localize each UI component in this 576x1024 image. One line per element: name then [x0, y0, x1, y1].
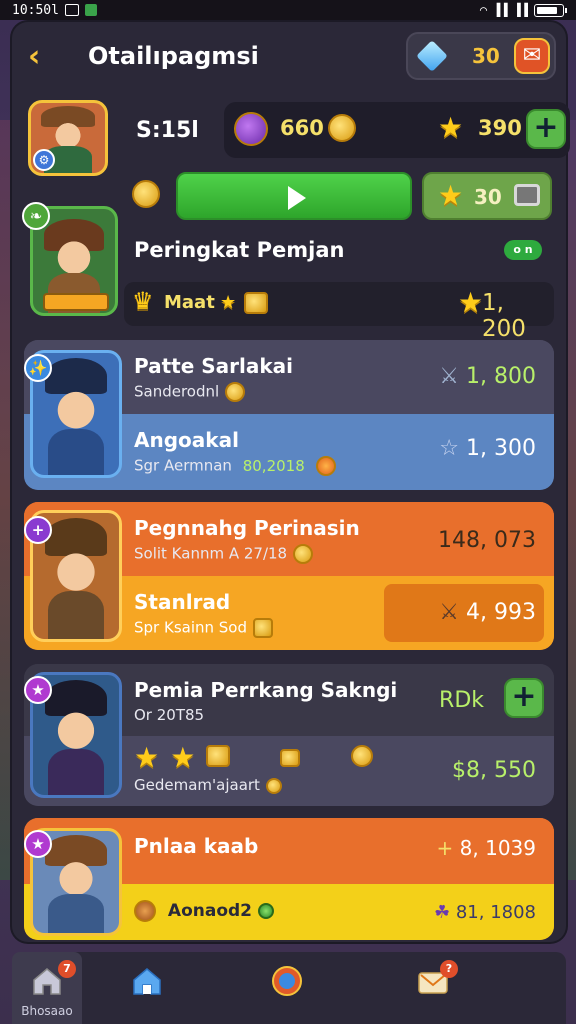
coin-icon [293, 544, 314, 564]
leaf-badge-icon: ❧ [22, 202, 50, 230]
star-value: 390 [478, 116, 522, 140]
row-2-badge-icon: + [24, 516, 52, 544]
row-2-bot-value: ⚔ 4, 993 [439, 600, 536, 625]
row-3-reward-icons: ★ ★ [134, 744, 373, 772]
purple-coin-icon [234, 112, 268, 146]
header: ‹ Otailıpagmsi 30 ✉ [12, 28, 566, 88]
ranking-row-2[interactable]: + Pegnnahg Perinasin Solit Kannm A 27/18… [24, 502, 554, 650]
star-outline-icon: ☆ [439, 436, 460, 461]
row-4-top-value: + 8, 1039 [436, 836, 536, 860]
gallery-icon [64, 4, 79, 16]
swords-icon: ⚔ [439, 600, 460, 625]
ranking-card[interactable]: ❧ Peringkat Pemjan o n ♛ Maat ★ ★ 1, 200 [22, 202, 554, 342]
home-icon [133, 968, 161, 995]
status-bar: 10:50l ◠ ▐▐ ▐▐ [0, 0, 576, 20]
nav-item-globe[interactable] [252, 952, 322, 1024]
nav-item-home-active[interactable]: 7 Bhosaao [12, 952, 82, 1024]
puzzle-icon: ☘ [433, 902, 451, 923]
ranking-sub-row: ♛ Maat ★ ★ 1, 200 [124, 282, 554, 342]
row-4-bot-value: ☘ 81, 1808 [433, 902, 536, 923]
row-2-bot-sub: Spr Ksainn Sod [134, 618, 273, 638]
online-pill: o n [504, 240, 542, 260]
gold-bar-icon [253, 618, 273, 638]
player-avatar[interactable]: ⚙ [28, 100, 108, 176]
gem-counter[interactable]: 30 ✉ [406, 32, 556, 80]
star-icon: ★ [134, 741, 160, 774]
star-icon: ★ [458, 286, 484, 319]
star-icon: ★ [170, 741, 196, 774]
row-1-badge-icon: ✨ [24, 354, 52, 382]
gold-bar-icon [279, 749, 300, 767]
green-coin-icon [257, 903, 274, 919]
row-1-bot-value: ☆ 1, 300 [439, 436, 536, 461]
mail-button[interactable]: ✉ [514, 38, 550, 74]
coin-value: 660 [280, 116, 324, 140]
row-3-add-button[interactable]: + [504, 678, 544, 718]
row-4-top-title: Pnlaa kaab [134, 834, 259, 858]
signal-icon: ▐▐ [493, 3, 508, 17]
main-panel: ‹ Otailıpagmsi 30 ✉ ⚙ S:15l 660 ★ 390 + [12, 22, 570, 942]
row-4-bot-label: Aonaod2 [134, 900, 274, 922]
row-1-top-title: Patte Sarlakai [134, 354, 294, 378]
row-3-top-sub: Or 20T85 [134, 706, 205, 724]
ranking-row-1[interactable]: ✨ Patte Sarlakai Sanderodnl ⚔ 1, 800 Ang… [24, 340, 554, 490]
page-title: Otailıpagmsi [88, 42, 259, 70]
signal-icon-2: ▐▐ [513, 3, 528, 17]
back-button[interactable]: ‹ [28, 42, 58, 72]
star-icon: ★ [438, 111, 464, 144]
coin-icon [225, 382, 246, 402]
nav-item-mail[interactable]: ? [398, 952, 468, 1024]
row-4-badge-icon: ★ [24, 830, 52, 858]
row-1-bot-sub: Sgr Aermnan 80,2018 [134, 456, 336, 476]
ranking-row-4[interactable]: ★ Pnlaa kaab + 8, 1039 Aonaod2 ☘ 81, 180… [24, 818, 554, 940]
globe-icon [272, 966, 302, 996]
row-2-top-value: 148, 073 [438, 528, 536, 553]
ranking-row-3[interactable]: ★ Pemia Perrkang Sakngi Or 20T85 RDk + ★… [24, 664, 554, 806]
gold-bar-icon [244, 292, 268, 314]
coin-bag-icon [328, 114, 356, 142]
battery-icon [534, 3, 567, 17]
coin-icon [315, 456, 336, 476]
coin-icon [134, 900, 156, 922]
add-stars-button[interactable]: + [526, 109, 566, 149]
nav-item-home[interactable] [112, 952, 182, 1024]
gold-stack-icon [206, 745, 231, 767]
notification-badge: 7 [58, 960, 76, 978]
notification-badge: ? [440, 960, 458, 978]
gem-count: 30 [472, 44, 500, 68]
profile-row: ⚙ S:15l 660 ★ 390 + [28, 100, 570, 176]
level-badge-icon: ⚙ [33, 149, 55, 171]
bottom-navigation: 7 Bhosaao ? [12, 952, 566, 1024]
crown-icon: ♛ [132, 287, 154, 315]
plus-icon: + [436, 836, 454, 860]
row-3-bot-sub: Gedemam'ajaart [134, 776, 282, 794]
nav-label-home: Bhosaao [21, 1004, 73, 1018]
status-time: 10:50l [12, 2, 59, 18]
ranking-value: 1, 200 [482, 290, 526, 342]
row-1-top-value: ⚔ 1, 800 [439, 364, 536, 389]
gem-icon [416, 40, 448, 72]
row-2-bot-title: Stanlrad [134, 590, 231, 614]
ranking-sub-label: Maat [164, 292, 215, 313]
row-2-top-title: Pegnnahg Perinasin [134, 516, 360, 540]
ranking-title: Peringkat Pemjan [134, 238, 345, 262]
shield-icon [84, 4, 97, 16]
row-3-bot-value: $8, 550 [452, 758, 536, 783]
coin-icon [265, 777, 282, 794]
row-1-top-sub: Sanderodnl [134, 382, 246, 402]
row-2-top-sub: Solit Kannm A 27/18 [134, 544, 314, 564]
player-score: S:15l [136, 118, 199, 143]
swords-icon: ⚔ [439, 364, 460, 389]
small-star-icon: ★ [220, 292, 237, 313]
row-3-top-value: RDk [439, 688, 484, 713]
row-3-badge-icon: ★ [24, 676, 52, 704]
row-1-bot-title: Angoakal [134, 428, 239, 452]
row-3-top-title: Pemia Perrkang Sakngi [134, 678, 398, 702]
stat-bar: 660 ★ 390 + [224, 102, 570, 158]
coin-icon [350, 745, 373, 767]
wifi-icon: ◠ [479, 3, 488, 17]
rank-plaque [43, 293, 109, 311]
